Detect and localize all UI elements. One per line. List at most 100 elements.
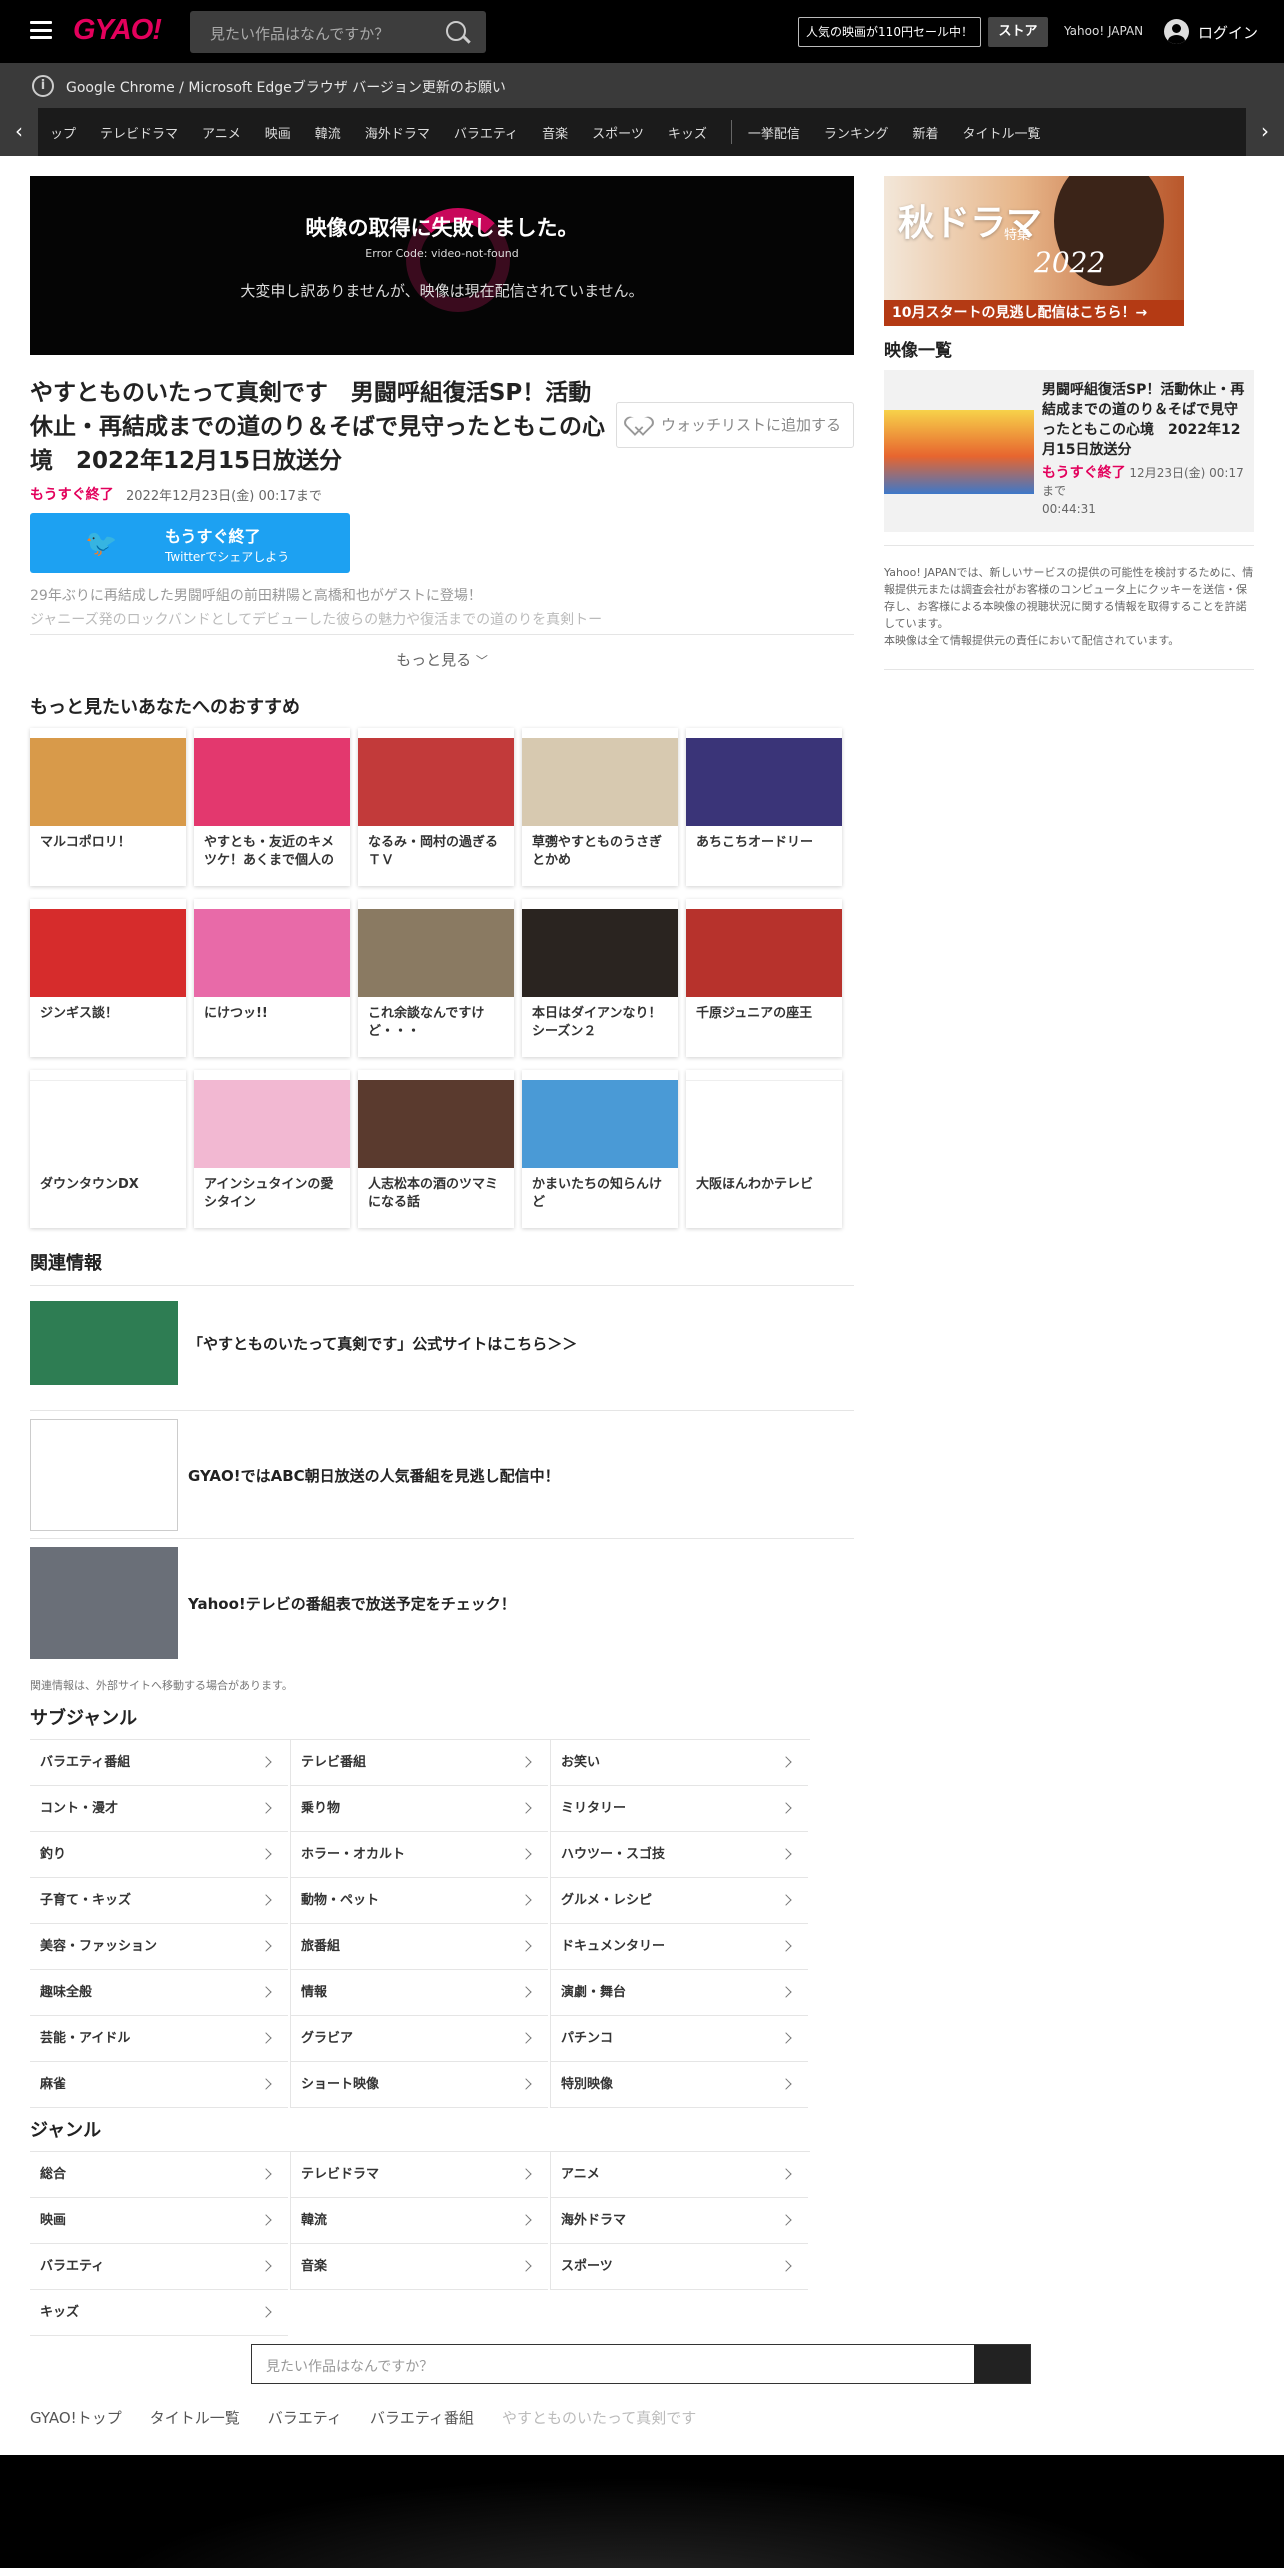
recommend-card[interactable]: アインシュタインの愛シタイン — [194, 1070, 350, 1228]
genre-label: 旅番組 — [301, 1939, 341, 1954]
genre-link[interactable]: テレビドラマ — [290, 2152, 548, 2198]
breadcrumb-link[interactable]: GYAO!トップ — [30, 2407, 122, 2428]
user-icon[interactable] — [1164, 19, 1189, 44]
genre-link[interactable]: キッズ — [30, 2290, 288, 2336]
chevron-right-icon — [260, 1894, 272, 1906]
genre-label: 子育て・キッズ — [40, 1893, 132, 1908]
video-player[interactable]: 映像の取得に失敗しました。 Error Code: video-not-foun… — [30, 176, 854, 355]
recommend-card[interactable]: あちこちオードリー — [686, 728, 842, 886]
nav-item[interactable]: アニメ — [202, 123, 241, 142]
genre-link[interactable]: 美容・ファッション — [30, 1924, 288, 1970]
hamburger-menu-icon[interactable] — [30, 21, 52, 39]
show-more-button[interactable]: もっと見る ﹀ — [30, 634, 854, 684]
nav-item[interactable]: ランキング — [824, 123, 889, 142]
breadcrumb-link[interactable]: タイトル一覧 — [150, 2407, 240, 2428]
nav-item[interactable]: スポーツ — [592, 123, 644, 142]
genre-link[interactable]: バラエティ — [30, 2244, 288, 2290]
recommend-card[interactable]: ジンギス談！ — [30, 899, 186, 1057]
genre-link[interactable]: ホラー・オカルト — [290, 1832, 548, 1878]
recommend-card[interactable]: これ余談なんですけど・・・ — [358, 899, 514, 1057]
genre-link[interactable]: バラエティ番組 — [30, 1740, 288, 1786]
genre-link[interactable]: 趣味全般 — [30, 1970, 288, 2016]
genre-heading: ジャンル — [30, 2120, 102, 2141]
recommend-card[interactable]: ダウンタウンDX — [30, 1070, 186, 1228]
nav-next-arrow-icon[interactable]: › — [1246, 108, 1284, 156]
episode-list-item[interactable]: 男闘呼組復活SP！活動休止・再結成までの道のり＆そばで見守ったともこの心境 20… — [884, 370, 1254, 532]
recommend-card[interactable]: 本日はダイアンなり！シーズン２ — [522, 899, 678, 1057]
genre-link[interactable]: 情報 — [290, 1970, 548, 2016]
recommend-card[interactable]: 千原ジュニアの座王 — [686, 899, 842, 1057]
nav-item[interactable]: 韓流 — [315, 123, 341, 142]
sale-link[interactable]: 人気の映画が110円セール中！ — [798, 17, 981, 47]
recommend-card[interactable]: マルコポロリ！ — [30, 728, 186, 886]
genre-label: 特別映像 — [561, 2077, 614, 2092]
nav-item[interactable]: 映画 — [265, 123, 291, 142]
nav-item[interactable]: ップ — [50, 123, 76, 142]
genre-link[interactable]: テレビ番組 — [290, 1740, 548, 1786]
recommend-card[interactable]: 人志松本の酒のツマミになる話 — [358, 1070, 514, 1228]
related-link[interactable]: 「やすとものいたって真剣です」公式サイトはこちら＞＞ — [30, 1285, 854, 1399]
nav-item[interactable]: キッズ — [668, 123, 707, 142]
recommend-card[interactable]: にけつッ!! — [194, 899, 350, 1057]
add-to-watchlist-button[interactable]: ウォッチリストに追加する — [616, 402, 854, 448]
related-heading: 関連情報 — [30, 1253, 102, 1274]
genre-link[interactable]: 音楽 — [290, 2244, 548, 2290]
genre-link[interactable]: グルメ・レシピ — [550, 1878, 808, 1924]
genre-link[interactable]: ミリタリー — [550, 1786, 808, 1832]
related-link[interactable]: GYAO!ではABC朝日放送の人気番組を見逃し配信中！ — [30, 1410, 854, 1538]
genre-label: 芸能・アイドル — [40, 2031, 131, 2046]
genre-link[interactable]: アニメ — [550, 2152, 808, 2198]
nav-item[interactable]: バラエティ — [454, 123, 518, 142]
recommend-card[interactable]: 大阪ほんわかテレビ — [686, 1070, 842, 1228]
gyao-logo[interactable]: GYAO! — [73, 14, 162, 47]
genre-link[interactable]: 旅番組 — [290, 1924, 548, 1970]
footer-search-input[interactable]: 見たい作品はなんですか？ — [251, 2344, 1031, 2384]
nav-item[interactable]: 海外ドラマ — [365, 123, 430, 142]
recommend-card[interactable]: やすとも・友近のキメツケ！あくまで個人の — [194, 728, 350, 886]
nav-item[interactable]: 音楽 — [542, 123, 568, 142]
genre-link[interactable]: 芸能・アイドル — [30, 2016, 288, 2062]
login-link[interactable]: ログイン — [1198, 22, 1258, 43]
genre-link[interactable]: 麻雀 — [30, 2062, 288, 2108]
search-input[interactable]: 見たい作品はなんですか？ — [190, 11, 486, 53]
breadcrumb-link[interactable]: バラエティ番組 — [370, 2407, 474, 2428]
genre-link[interactable]: 海外ドラマ — [550, 2198, 808, 2244]
genre-link[interactable]: 韓流 — [290, 2198, 548, 2244]
genre-link[interactable]: 特別映像 — [550, 2062, 808, 2108]
genre-link[interactable]: ドキュメンタリー — [550, 1924, 808, 1970]
genre-link[interactable]: スポーツ — [550, 2244, 808, 2290]
genre-link[interactable]: パチンコ — [550, 2016, 808, 2062]
yahoo-japan-link[interactable]: Yahoo! JAPAN — [1064, 24, 1143, 38]
genre-link[interactable]: 動物・ペット — [290, 1878, 548, 1924]
recommend-card[interactable]: なるみ・岡村の過ぎるＴＶ — [358, 728, 514, 886]
genre-link[interactable]: ハウツー・スゴ技 — [550, 1832, 808, 1878]
breadcrumb-link[interactable]: バラエティ — [268, 2407, 342, 2428]
related-link[interactable]: Yahoo!テレビの番組表で放送予定をチェック！ — [30, 1538, 854, 1666]
nav-item[interactable]: 一挙配信 — [748, 123, 800, 142]
footer-search-button[interactable] — [974, 2345, 1030, 2383]
twitter-share-button[interactable]: 🐦 もうすぐ終了 Twitterでシェアしよう — [30, 513, 350, 573]
twitter-bird-icon: 🐦 — [85, 529, 118, 559]
genre-link[interactable]: 総合 — [30, 2152, 288, 2198]
recommend-card[interactable]: かまいたちの知らんけど — [522, 1070, 678, 1228]
browser-notice-bar[interactable]: i Google Chrome / Microsoft Edgeブラウザ バージ… — [0, 63, 1284, 108]
nav-item[interactable]: タイトル一覧 — [963, 123, 1041, 142]
search-icon[interactable] — [446, 21, 466, 41]
genre-link[interactable]: お笑い — [550, 1740, 808, 1786]
recommend-thumbnail — [30, 738, 186, 826]
nav-prev-arrow-icon[interactable]: ‹ — [0, 108, 38, 156]
genre-link[interactable]: コント・漫才 — [30, 1786, 288, 1832]
nav-item[interactable]: 新着 — [912, 123, 938, 142]
genre-link[interactable]: 映画 — [30, 2198, 288, 2244]
genre-link[interactable]: 乗り物 — [290, 1786, 548, 1832]
nav-item[interactable]: テレビドラマ — [100, 123, 178, 142]
autumn-drama-banner[interactable]: 秋ドラマ 特集 2022 10月スタートの見逃し配信はこちら！→ — [884, 176, 1184, 326]
genre-link[interactable]: 釣り — [30, 1832, 288, 1878]
genre-link[interactable]: 演劇・舞台 — [550, 1970, 808, 2016]
browser-notice-text[interactable]: Google Chrome / Microsoft Edgeブラウザ バージョン… — [66, 77, 506, 97]
recommend-card[interactable]: 草彅やすとものうさぎとかめ — [522, 728, 678, 886]
genre-link[interactable]: グラビア — [290, 2016, 548, 2062]
genre-link[interactable]: ショート映像 — [290, 2062, 548, 2108]
store-button[interactable]: ストア — [988, 17, 1048, 47]
genre-link[interactable]: 子育て・キッズ — [30, 1878, 288, 1924]
